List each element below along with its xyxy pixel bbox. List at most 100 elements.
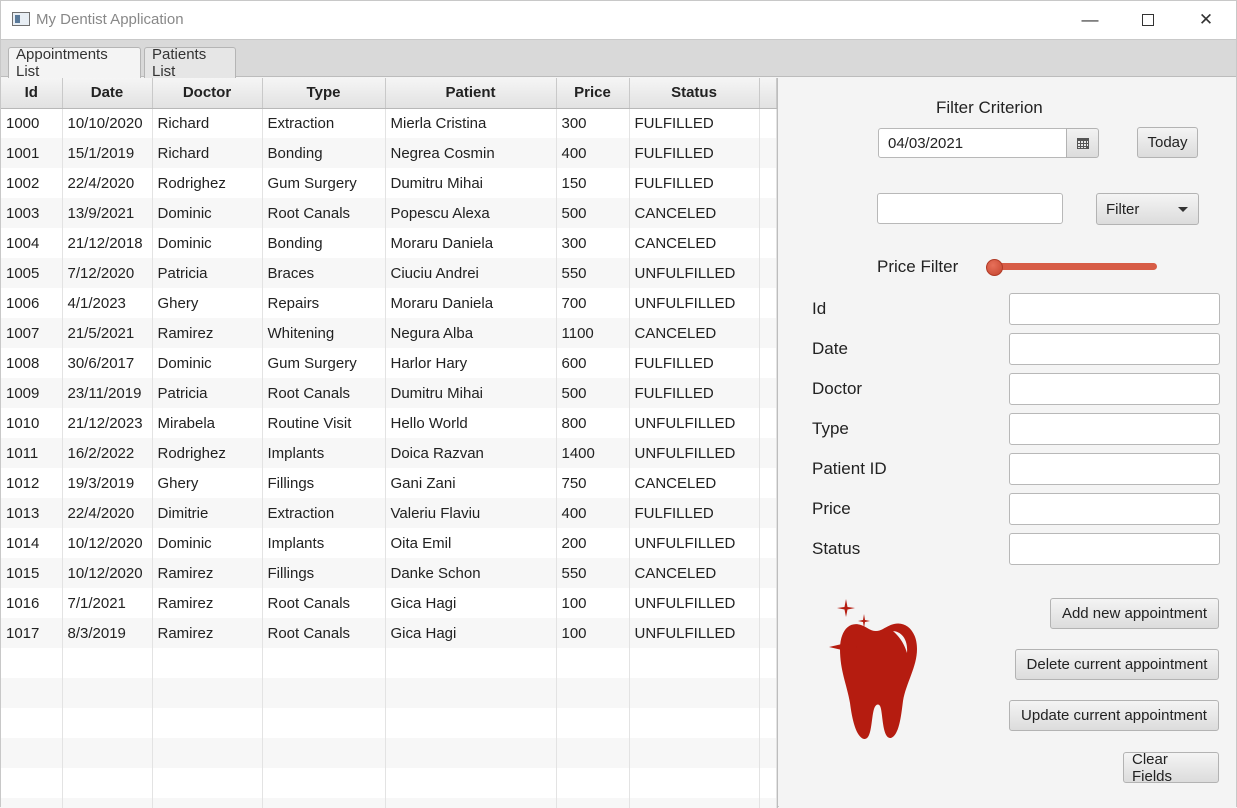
cell-id: 1006 [1, 288, 63, 318]
filter-date-picker[interactable]: 04/03/2021 [878, 128, 1067, 158]
table-row[interactable]: 1004 21/12/2018 Dominic Bonding Moraru Danie… [1, 228, 777, 258]
patient-id-label: Patient ID [812, 459, 887, 478]
cell-date: 23/11/2019 [62, 378, 153, 408]
column-header-date[interactable]: Date [62, 78, 153, 109]
cell-price: 600 [556, 348, 630, 378]
cell-status: CANCELED [629, 318, 760, 348]
column-header-type[interactable]: Type [262, 78, 386, 109]
tab-appointments-list[interactable]: Appointments List [8, 46, 141, 80]
cell-price: 400 [556, 498, 630, 528]
today-button[interactable]: Today [1137, 127, 1198, 158]
table-row[interactable]: 1003 13/9/2021 Dominic Root Canals Popescu A… [1, 198, 777, 228]
cell-date: 13/9/2021 [62, 198, 153, 228]
cell-patient [385, 678, 557, 708]
cell-filler [759, 138, 777, 168]
table-row[interactable]: 1000 10/10/2020 Richard Extraction Mierla Cr… [1, 108, 777, 138]
table-row[interactable]: 1001 15/1/2019 Richard Bonding Negrea Cosmin… [1, 138, 777, 168]
delete-appointment-button[interactable]: Delete current appointment [1015, 649, 1219, 680]
cell-price: 550 [556, 258, 630, 288]
close-button[interactable]: ✕ [1177, 1, 1235, 39]
cell-id [1, 738, 63, 768]
status-label: Status [812, 539, 861, 558]
filter-dropdown[interactable]: Filter [1096, 193, 1199, 225]
table-row[interactable]: 1015 10/12/2020 Ramirez Fillings Danke Schon… [1, 558, 777, 588]
cell-price: 550 [556, 558, 630, 588]
cell-date: 4/1/2023 [62, 288, 153, 318]
cell-doctor: Richard [152, 138, 263, 168]
table-row[interactable]: 1012 19/3/2019 Ghery Fillings Gani Zani 750 CA… [1, 468, 777, 498]
add-appointment-button[interactable]: Add new appointment [1050, 598, 1219, 629]
tab-patients-list[interactable]: Patients List [144, 46, 236, 80]
table-row[interactable]: 1009 23/11/2019 Patricia Root Canals Dumitru… [1, 378, 777, 408]
cell-filler [759, 318, 777, 348]
table-row[interactable]: 1005 7/12/2020 Patricia Braces Ciuciu Andrei… [1, 258, 777, 288]
date-field[interactable] [1009, 333, 1220, 365]
cell-filler [759, 378, 777, 408]
table-row[interactable]: 1006 4/1/2023 Ghery Repairs Moraru Daniela 70… [1, 288, 777, 318]
patient-id-field[interactable] [1009, 453, 1220, 485]
appointments-table[interactable]: Id Date Doctor Type Patient Price Status… [1, 78, 778, 808]
doctor-field[interactable] [1009, 373, 1220, 405]
cell-status: CANCELED [629, 468, 760, 498]
cell-price [556, 738, 630, 768]
cell-price: 300 [556, 228, 630, 258]
cell-id [1, 648, 63, 678]
cell-price: 100 [556, 618, 630, 648]
cell-date: 21/12/2023 [62, 408, 153, 438]
table-row[interactable]: 1017 8/3/2019 Ramirez Root Canals Gica Hagi 1… [1, 618, 777, 648]
cell-patient [385, 648, 557, 678]
cell-type: Fillings [262, 468, 386, 498]
column-header-patient[interactable]: Patient [385, 78, 557, 109]
table-row[interactable]: 1011 16/2/2022 Rodrighez Implants Doica Razv… [1, 438, 777, 468]
cell-patient: Gani Zani [385, 468, 557, 498]
cell-patient: Gica Hagi [385, 588, 557, 618]
cell-patient: Moraru Daniela [385, 288, 557, 318]
price-filter-slider-thumb[interactable] [986, 259, 1003, 276]
filter-text-input[interactable] [877, 193, 1063, 224]
cell-doctor: Dominic [152, 528, 263, 558]
cell-patient: Moraru Daniela [385, 228, 557, 258]
cell-type: Root Canals [262, 618, 386, 648]
cell-patient: Danke Schon [385, 558, 557, 588]
table-row[interactable]: 1007 21/5/2021 Ramirez Whitening Negura Alba… [1, 318, 777, 348]
calendar-icon [1076, 137, 1089, 149]
cell-doctor [152, 678, 263, 708]
cell-id [1, 678, 63, 708]
column-header-id[interactable]: Id [1, 78, 63, 109]
table-row[interactable]: 1010 21/12/2023 Mirabela Routine Visit Hello… [1, 408, 777, 438]
table-row[interactable]: 1002 22/4/2020 Rodrighez Gum Surgery Dumitru… [1, 168, 777, 198]
type-field[interactable] [1009, 413, 1220, 445]
cell-patient: Ciuciu Andrei [385, 258, 557, 288]
column-header-doctor[interactable]: Doctor [152, 78, 263, 109]
minimize-button[interactable]: — [1061, 1, 1119, 39]
table-row[interactable]: 1013 22/4/2020 Dimitrie Extraction Valeriu F… [1, 498, 777, 528]
column-header-price[interactable]: Price [556, 78, 630, 109]
table-body: 1000 10/10/2020 Richard Extraction Mierla Cr… [1, 108, 777, 808]
clear-fields-button[interactable]: Clear Fields [1123, 751, 1219, 785]
calendar-button[interactable] [1066, 128, 1099, 158]
cell-price: 1400 [556, 438, 630, 468]
cell-date: 21/12/2018 [62, 228, 153, 258]
price-filter-slider-track[interactable] [991, 263, 1157, 270]
status-field[interactable] [1009, 533, 1220, 565]
price-field[interactable] [1009, 493, 1220, 525]
update-appointment-button[interactable]: Update current appointment [1009, 700, 1219, 731]
cell-filler [759, 438, 777, 468]
cell-price: 500 [556, 198, 630, 228]
minimize-icon: — [1081, 10, 1099, 29]
table-row[interactable]: 1016 7/1/2021 Ramirez Root Canals Gica Hagi 1… [1, 588, 777, 618]
cell-price: 200 [556, 528, 630, 558]
cell-date: 16/2/2022 [62, 438, 153, 468]
cell-status: FULFILLED [629, 378, 760, 408]
cell-filler [759, 768, 777, 798]
cell-date: 10/10/2020 [62, 108, 153, 138]
cell-doctor: Patricia [152, 378, 263, 408]
table-row[interactable]: 1008 30/6/2017 Dominic Gum Surgery Harlor Ha… [1, 348, 777, 378]
id-field[interactable] [1009, 293, 1220, 325]
column-header-status[interactable]: Status [629, 78, 760, 109]
maximize-button[interactable] [1119, 1, 1177, 39]
cell-id: 1003 [1, 198, 63, 228]
table-row[interactable]: 1014 10/12/2020 Dominic Implants Oita Emil 20… [1, 528, 777, 558]
cell-filler [759, 498, 777, 528]
cell-filler [759, 168, 777, 198]
